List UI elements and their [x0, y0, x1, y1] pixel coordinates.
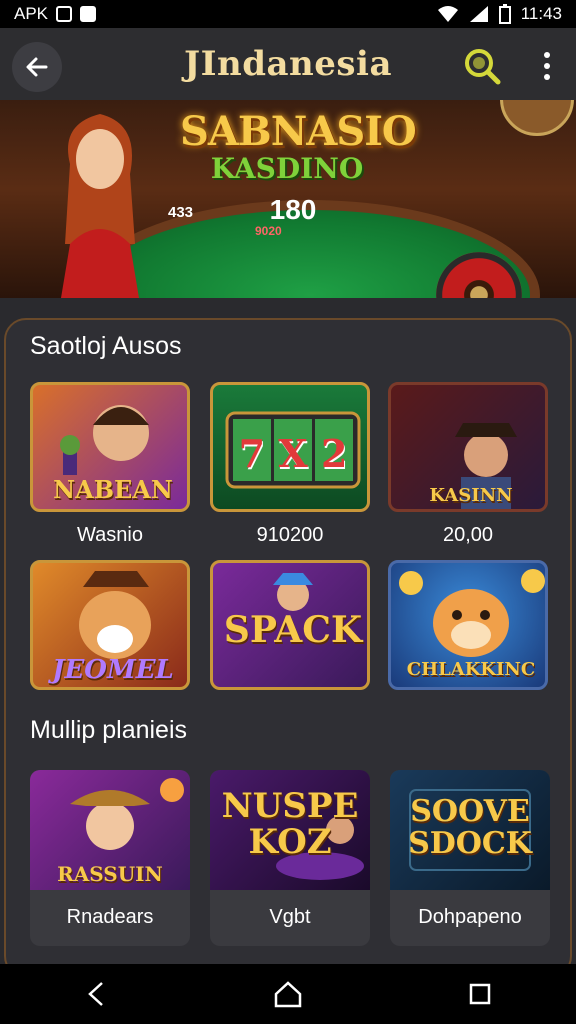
wall-roulette-icon — [500, 100, 574, 136]
section-title-featured: Saotloj Ausos — [30, 332, 182, 360]
card-art-text: RASSUIN — [57, 862, 163, 886]
status-bar: APK 11:43 — [0, 0, 576, 28]
game-tile-3[interactable]: KASINN — [388, 382, 548, 512]
game-tile-2[interactable]: 7 X 2 — [210, 382, 370, 512]
game-card-image-2: NUSPE KOZ — [210, 770, 370, 890]
tile-art-text: CHLAKKINC — [406, 659, 536, 680]
wifi-icon — [437, 6, 458, 22]
tile-art-text: KASINN — [429, 485, 513, 506]
nav-home-button[interactable] — [258, 969, 318, 1019]
nav-recents-icon — [469, 983, 491, 1005]
tile-art-text: 7 X 2 — [238, 431, 348, 476]
table-main-number: 180 — [269, 194, 317, 225]
search-icon — [465, 49, 501, 85]
nav-back-button[interactable] — [66, 969, 126, 1019]
status-bar-right: 11:43 — [437, 4, 562, 24]
game-tile-4[interactable]: JEOMEL — [30, 560, 190, 690]
card-caption-3: Dohpapeno — [418, 906, 522, 928]
tile-caption-3: 20,00 — [442, 524, 494, 546]
card-art-text: SOOVE SDOCK — [408, 794, 532, 861]
games-card: Saotloj Ausos NABEAN 7 X 2 KASINN Wasnio… — [0, 312, 576, 978]
system-nav-bar — [0, 964, 576, 1024]
section-title-multiplayer: Mullip planieis — [30, 716, 188, 744]
game-tile-1[interactable]: NABEAN — [30, 382, 190, 512]
banner-title: SABNASIO — [180, 108, 417, 155]
more-button[interactable] — [532, 44, 562, 88]
battery-icon — [498, 4, 511, 24]
game-card-image-3: SOOVE SDOCK — [390, 770, 550, 890]
status-apk-label: APK — [14, 4, 49, 23]
game-card-3[interactable]: SOOVE SDOCK Dohpapeno — [390, 770, 550, 946]
tile-art-text: JEOMEL — [52, 655, 174, 685]
game-tile-5[interactable]: SPACK — [210, 560, 370, 690]
status-bar-left: APK — [14, 4, 97, 24]
status-time: 11:43 — [520, 4, 562, 23]
notification-icon — [80, 6, 97, 22]
more-dot — [544, 63, 550, 69]
card-art-text: NUSPE KOZ — [221, 786, 359, 862]
nav-back-icon — [88, 982, 103, 1006]
banner-subtitle: KASDINO — [210, 152, 364, 185]
tile-art-text: SPACK — [223, 609, 363, 651]
game-card-image-1: RASSUIN — [30, 770, 190, 890]
screenshot-icon — [56, 6, 73, 22]
promo-banner[interactable]: SABNASIO KASDINO 433 180 9020 — [0, 100, 576, 298]
more-dot — [544, 74, 550, 80]
search-button[interactable] — [458, 42, 506, 90]
table-left-number: 433 — [168, 204, 194, 221]
card-caption-1: Rnadears — [66, 906, 154, 928]
tile-caption-1: Wasnio — [77, 524, 143, 546]
nav-home-icon — [274, 981, 302, 1008]
game-tile-6[interactable]: CHLAKKINC — [388, 560, 548, 690]
signal-icon — [469, 6, 488, 22]
nav-recents-button[interactable] — [450, 969, 510, 1019]
game-card-1[interactable]: RASSUIN Rnadears — [30, 770, 190, 946]
more-vertical-icon — [544, 52, 550, 58]
app-bar: JIndanesia — [0, 28, 576, 100]
tile-art-text: NABEAN — [53, 475, 173, 504]
table-sub-number: 9020 — [255, 224, 282, 238]
dealer-woman-icon — [61, 114, 139, 298]
game-card-2[interactable]: NUSPE KOZ Vgbt — [210, 770, 370, 946]
card-caption-2: Vgbt — [269, 906, 311, 928]
tile-caption-2: 910200 — [256, 524, 324, 546]
